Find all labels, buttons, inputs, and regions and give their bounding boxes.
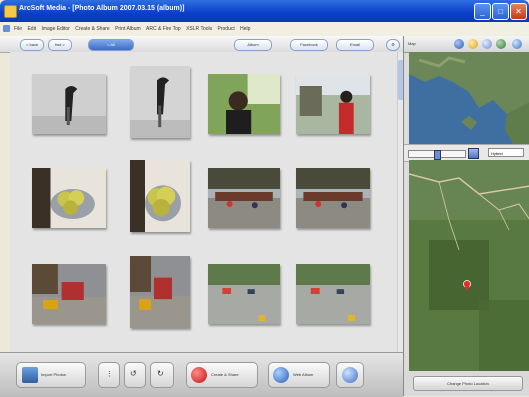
- tab-album[interactable]: Album: [234, 39, 272, 51]
- window-title: ArcSoft Media - [Photo Album 2007.03.15 …: [19, 5, 185, 12]
- menu-bar: File Edit Image Editor Create & Share Pr…: [0, 22, 529, 37]
- photo-thumbnail[interactable]: [208, 264, 280, 324]
- rotate-left-icon: ↺: [130, 369, 137, 378]
- zoom-slider-knob[interactable]: [434, 150, 441, 160]
- photo-thumbnail[interactable]: [130, 256, 190, 328]
- title-bar: ArcSoft Media - [Photo Album 2007.03.15 …: [0, 0, 529, 22]
- menu-arc-fire[interactable]: ARC & Fire Top: [146, 22, 181, 36]
- photo-thumbnail[interactable]: [130, 66, 190, 138]
- web-album-label: Web Album: [293, 372, 314, 377]
- map-header: Map: [404, 36, 529, 53]
- create-share-icon: [191, 367, 207, 383]
- create-share-button[interactable]: Create & Share: [186, 362, 258, 388]
- map-type-select[interactable]: Hybrid: [488, 148, 524, 157]
- photo-thumbnail[interactable]: [296, 264, 370, 324]
- photo-thumbnail[interactable]: [130, 160, 190, 232]
- menu-file[interactable]: File: [14, 22, 22, 36]
- menu-product[interactable]: Product: [218, 22, 235, 36]
- map-layer-icon[interactable]: [496, 39, 506, 49]
- tab-email[interactable]: Email: [336, 39, 374, 51]
- rotate-right-icon: ↻: [157, 369, 164, 378]
- photo-grid: [10, 52, 397, 352]
- forward-button[interactable]: fwd >: [48, 39, 72, 51]
- close-button[interactable]: ✕: [510, 3, 527, 20]
- album-toolbar: < back fwd > < All Album Facebook Email …: [0, 36, 403, 53]
- back-button[interactable]: < back: [20, 39, 44, 51]
- zoom-slider[interactable]: [408, 150, 466, 160]
- rotate-right-button[interactable]: ↻: [150, 362, 174, 388]
- maximize-button[interactable]: □: [492, 3, 509, 20]
- menu-app-icon[interactable]: [3, 25, 10, 32]
- menu-xslr-tools[interactable]: XSLR Tools: [186, 22, 212, 36]
- map-globe-icon[interactable]: [454, 39, 464, 49]
- app-icon[interactable]: [4, 5, 17, 18]
- menu-print-album[interactable]: Print Album: [115, 22, 141, 36]
- share-icon: [342, 367, 358, 383]
- info-button[interactable]: ⋮: [98, 362, 120, 388]
- photo-thumbnail[interactable]: [208, 74, 280, 134]
- info-icon: ⋮: [106, 371, 113, 378]
- photo-thumbnail[interactable]: [32, 168, 106, 228]
- tab-facebook[interactable]: Facebook: [290, 39, 328, 51]
- photo-thumbnail[interactable]: [296, 74, 370, 134]
- change-photo-location-button[interactable]: Change Photo Location: [413, 376, 523, 391]
- toolbar-settings-icon[interactable]: ⚙: [386, 39, 400, 51]
- share-button[interactable]: [336, 362, 364, 388]
- import-label: Import Photos: [41, 372, 66, 377]
- map-star-icon[interactable]: [468, 39, 478, 49]
- import-photos-button[interactable]: Import Photos: [16, 362, 86, 388]
- map-panel: Map Hybrid Change Photo Location: [403, 36, 529, 396]
- menu-image-editor[interactable]: Image Editor: [41, 22, 69, 36]
- tab-all[interactable]: < All: [88, 39, 134, 51]
- photo-thumbnail[interactable]: [32, 74, 106, 134]
- menu-create-share[interactable]: Create & Share: [75, 22, 109, 36]
- menu-help[interactable]: Help: [240, 22, 250, 36]
- map-view-icon[interactable]: [482, 39, 492, 49]
- web-album-button[interactable]: Web Album: [268, 362, 330, 388]
- map-share-icon[interactable]: [512, 39, 522, 49]
- import-icon: [22, 367, 38, 383]
- minimize-button[interactable]: _: [474, 3, 491, 20]
- terrain-map[interactable]: [409, 160, 529, 371]
- map-header-label: Map: [408, 41, 416, 46]
- menu-edit[interactable]: Edit: [27, 22, 36, 36]
- photo-thumbnail[interactable]: [32, 264, 106, 324]
- photo-thumbnail[interactable]: [208, 168, 280, 228]
- create-share-label: Create & Share: [211, 372, 239, 377]
- photo-thumbnail[interactable]: [296, 168, 370, 228]
- map-footer: Change Photo Location: [404, 371, 529, 396]
- satellite-overview-map[interactable]: [409, 52, 529, 144]
- rotate-left-button[interactable]: ↺: [124, 362, 146, 388]
- bottom-toolbar: Import Photos ⋮ ↺ ↻ Create & Share Web A…: [0, 352, 403, 397]
- zoom-toggle-button[interactable]: [468, 148, 479, 159]
- globe-icon: [273, 367, 289, 383]
